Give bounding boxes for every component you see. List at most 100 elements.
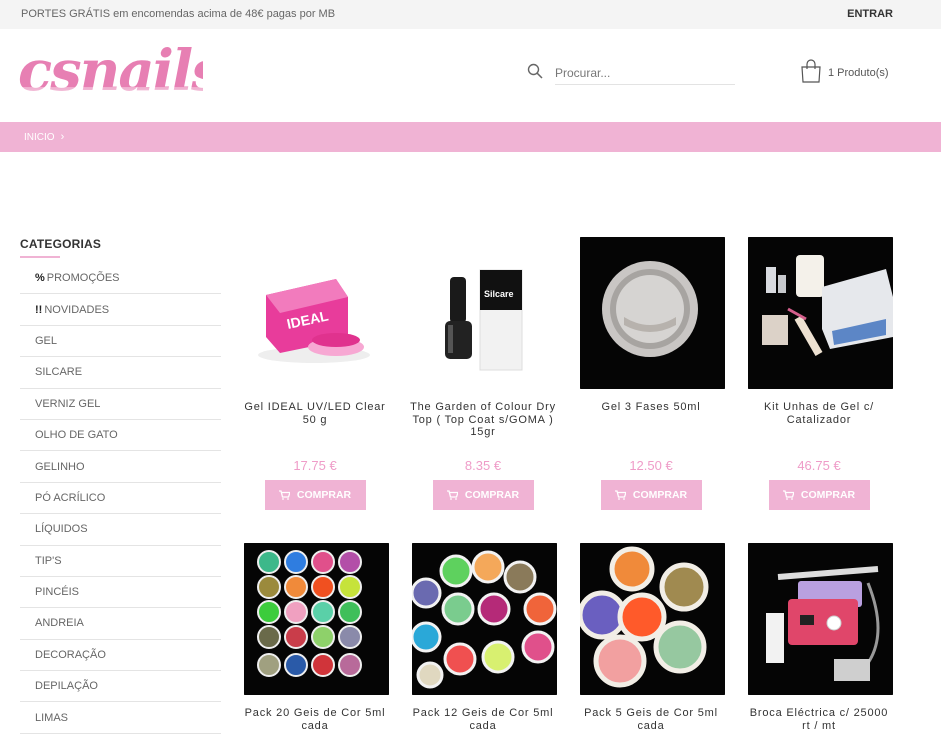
product-card[interactable]: Silcare The Garden of Colour Dry Top ( T… xyxy=(408,237,558,510)
nail-kit-image xyxy=(748,237,893,389)
silcare-box-label: Silcare xyxy=(484,289,514,299)
category-label: NOVIDADES xyxy=(44,303,110,316)
product-card[interactable]: Pack 12 Geis de Cor 5ml cada xyxy=(408,543,558,740)
product-price: 17.75 € xyxy=(293,458,337,473)
category-item[interactable]: % PROMOÇÕES xyxy=(20,263,221,295)
categories-title: CATEGORIAS xyxy=(20,237,102,251)
buy-button-label: COMPRAR xyxy=(464,489,520,501)
cart-icon xyxy=(782,490,794,500)
breadcrumb-home[interactable]: INICIO › xyxy=(24,131,64,143)
buy-button-label: COMPRAR xyxy=(296,489,352,501)
buy-button-label: COMPRAR xyxy=(632,489,688,501)
buy-button[interactable]: COMPRAR xyxy=(432,480,534,510)
gel-ideal-jar-image: IDEAL xyxy=(244,237,389,389)
category-item[interactable]: GEL xyxy=(20,326,221,358)
buy-button[interactable]: COMPRAR xyxy=(264,480,366,510)
shopping-bag-icon xyxy=(801,59,821,83)
clear-gel-jar-image xyxy=(580,237,725,389)
category-label: OLHO DE GATO xyxy=(35,429,118,442)
logo-reflection xyxy=(18,87,203,103)
category-label: TIP'S xyxy=(35,554,62,567)
cart-count-label: 1 Produto(s) xyxy=(828,67,889,79)
category-label: DEPILAÇÃO xyxy=(35,680,98,693)
cart-icon xyxy=(446,490,458,500)
buy-button[interactable]: COMPRAR xyxy=(768,480,870,510)
category-label: PÓ ACRÍLICO xyxy=(35,491,106,504)
category-label: SILCARE xyxy=(35,366,83,379)
breadcrumb-home-label: INICIO xyxy=(24,132,55,143)
category-item[interactable]: PÓ ACRÍLICO xyxy=(20,483,221,515)
product-image-kit-unhas[interactable] xyxy=(748,237,893,389)
product-image-broca[interactable] xyxy=(748,543,893,695)
product-name[interactable]: Broca Eléctrica c/ 25000 rt / mt xyxy=(744,707,894,740)
product-card[interactable]: Pack 20 Geis de Cor 5ml cada xyxy=(240,543,390,740)
category-item[interactable]: VERNIZ GEL xyxy=(20,389,221,420)
category-item[interactable]: LIMAS xyxy=(20,702,221,734)
color-gel-pots-12-image xyxy=(412,543,557,695)
category-label: VERNIZ GEL xyxy=(35,397,101,410)
search-box xyxy=(527,61,737,85)
category-item[interactable]: DECORAÇÃO xyxy=(20,640,221,672)
electric-drill-image xyxy=(748,543,893,695)
category-label: ANDREIA xyxy=(35,617,84,630)
title-underline xyxy=(20,256,60,258)
category-item[interactable]: LÍQUIDOS xyxy=(20,514,221,546)
product-name[interactable]: Kit Unhas de Gel c/ Catalizador xyxy=(744,401,894,449)
product-name[interactable]: Pack 20 Geis de Cor 5ml cada xyxy=(240,707,390,740)
product-price: 12.50 € xyxy=(629,458,673,473)
category-label: GEL xyxy=(35,334,58,347)
color-gel-pots-20-image xyxy=(244,543,389,695)
product-price: 8.35 € xyxy=(464,458,502,473)
product-image-gel-3-fases[interactable] xyxy=(580,237,725,389)
product-name[interactable]: Pack 5 Geis de Cor 5ml cada xyxy=(576,707,726,740)
cart-icon xyxy=(614,490,626,500)
product-card[interactable]: Gel 3 Fases 50ml 12.50 € COMPRAR xyxy=(576,237,726,510)
product-price: 46.75 € xyxy=(797,458,841,473)
category-label: PINCÉIS xyxy=(35,586,80,599)
site-logo[interactable]: csnails xyxy=(18,43,203,103)
search-icon[interactable] xyxy=(527,63,543,79)
product-image-pack-12[interactable] xyxy=(412,543,557,695)
category-item[interactable]: !! NOVIDADES xyxy=(20,294,221,326)
category-label: PROMOÇÕES xyxy=(46,272,120,285)
login-link[interactable]: ENTRAR xyxy=(847,8,893,20)
product-name[interactable]: Gel IDEAL UV/LED Clear 50 g xyxy=(240,401,390,449)
category-prefix: % xyxy=(35,272,45,285)
silcare-bottle-image: Silcare xyxy=(412,237,557,389)
product-card[interactable]: Kit Unhas de Gel c/ Catalizador 46.75 € … xyxy=(744,237,894,510)
buy-button-label: COMPRAR xyxy=(800,489,856,501)
buy-button[interactable]: COMPRAR xyxy=(600,480,702,510)
product-image-pack-20[interactable] xyxy=(244,543,389,695)
category-item[interactable]: PINCÉIS xyxy=(20,577,221,609)
product-name[interactable]: Gel 3 Fases 50ml xyxy=(576,401,726,449)
category-label: DECORAÇÃO xyxy=(35,648,106,661)
product-name[interactable]: The Garden of Colour Dry Top ( Top Coat … xyxy=(408,401,558,449)
category-prefix: !! xyxy=(35,303,43,316)
category-list: % PROMOÇÕES!! NOVIDADES GEL SILCARE VERNIZ GE… xyxy=(20,263,221,734)
product-image-gel-ideal[interactable]: IDEAL xyxy=(244,237,389,389)
shipping-promo-text: PORTES GRÁTIS em encomendas acima de 48€… xyxy=(21,8,336,20)
category-item[interactable]: OLHO DE GATO xyxy=(20,420,221,452)
category-item[interactable]: GELINHO xyxy=(20,451,221,483)
top-bar: PORTES GRÁTIS em encomendas acima de 48€… xyxy=(0,0,941,29)
header: csnails 1 Produto(s) xyxy=(0,29,941,122)
category-item[interactable]: TIP'S xyxy=(20,546,221,577)
category-label: GELINHO xyxy=(35,460,85,473)
category-item[interactable]: DEPILAÇÃO xyxy=(20,671,221,703)
breadcrumb: INICIO › xyxy=(0,122,941,152)
category-sidebar: CATEGORIAS % PROMOÇÕES!! NOVIDADES GEL SILCA… xyxy=(20,237,221,734)
product-card[interactable]: Broca Eléctrica c/ 25000 rt / mt xyxy=(744,543,894,740)
chevron-right-icon: › xyxy=(60,131,65,143)
product-image-pack-5[interactable] xyxy=(580,543,725,695)
search-input[interactable] xyxy=(555,61,735,85)
cart-icon xyxy=(278,490,290,500)
color-gel-pots-5-image xyxy=(580,543,725,695)
product-name[interactable]: Pack 12 Geis de Cor 5ml cada xyxy=(408,707,558,740)
category-label: LÍQUIDOS xyxy=(35,523,88,536)
category-item[interactable]: ANDREIA xyxy=(20,608,221,640)
product-image-dry-top[interactable]: Silcare xyxy=(412,237,557,389)
product-card[interactable]: Pack 5 Geis de Cor 5ml cada xyxy=(576,543,726,740)
category-label: LIMAS xyxy=(35,711,69,724)
product-card[interactable]: IDEAL Gel IDEAL UV/LED Clear 50 g 17.75 … xyxy=(240,237,390,510)
category-item[interactable]: SILCARE xyxy=(20,357,221,389)
